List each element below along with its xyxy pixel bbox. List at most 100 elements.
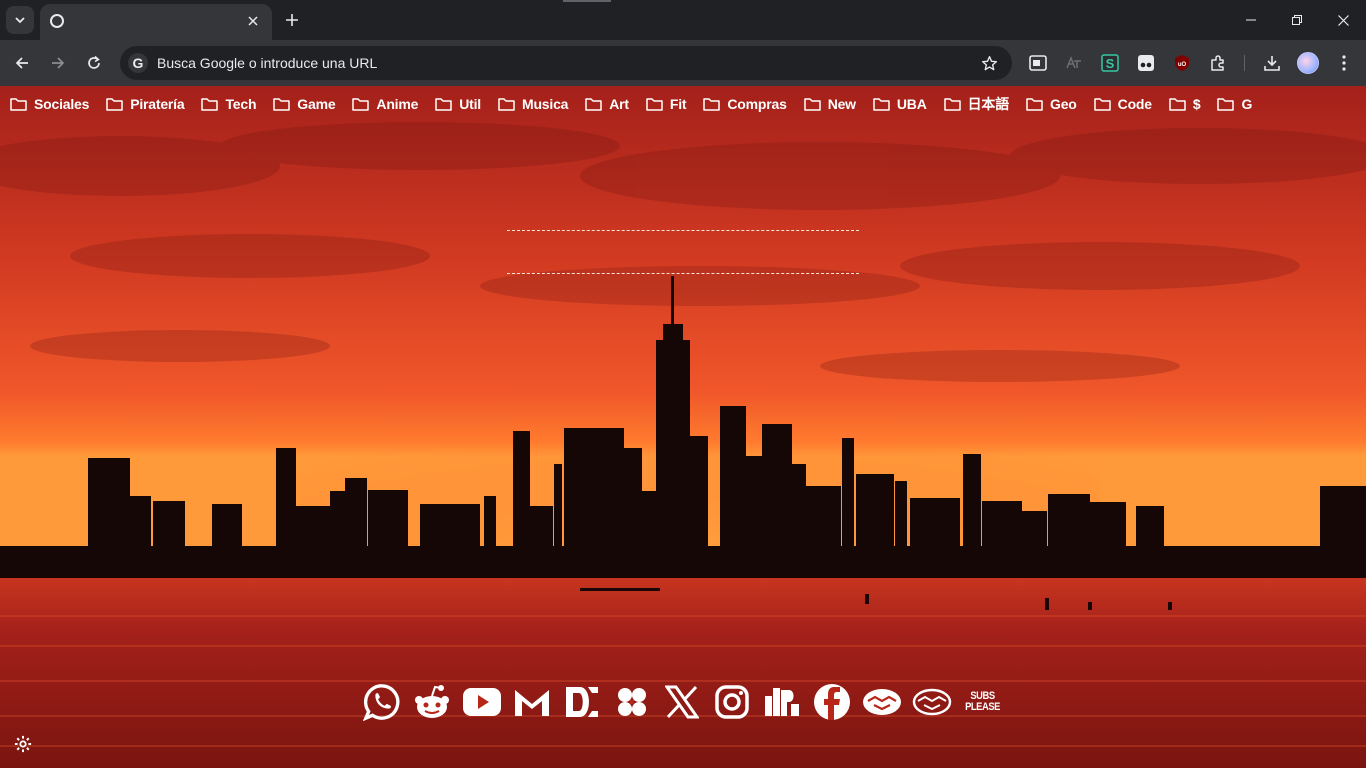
extension-translate-button[interactable] — [1063, 52, 1085, 74]
reddit-link[interactable] — [412, 682, 452, 722]
social-links-row: SUBS PLEASE — [362, 682, 1012, 722]
bookmark-folder[interactable]: Fit — [646, 92, 687, 116]
toolbar-divider — [1244, 55, 1245, 71]
extension-glasses-button[interactable] — [1135, 52, 1157, 74]
minimize-button[interactable] — [1228, 0, 1274, 40]
bookmark-folder-label: 日本語 — [967, 96, 1010, 112]
jps-icon — [765, 688, 799, 716]
folder-icon — [1026, 98, 1043, 111]
folder-icon — [273, 98, 291, 111]
bookmark-folder-label: Anime — [376, 96, 419, 112]
instagram-link[interactable] — [712, 682, 752, 722]
reload-icon — [88, 55, 100, 69]
google-icon: G — [128, 53, 148, 73]
subsplease-line2: PLEASE — [964, 701, 1000, 713]
bookmark-folder[interactable]: Musica — [498, 92, 568, 116]
bookmark-folder[interactable]: New — [803, 92, 856, 116]
arrow-left-icon — [15, 57, 28, 69]
bookmark-folder-label: Fit — [669, 96, 687, 112]
folder-icon — [106, 98, 123, 111]
back-button[interactable] — [8, 49, 36, 77]
close-icon — [1337, 14, 1349, 26]
active-tab[interactable] — [40, 4, 272, 40]
glasses-icon — [1138, 55, 1154, 71]
forward-button[interactable] — [44, 49, 72, 77]
plus-icon — [286, 14, 298, 26]
folder-icon — [1169, 98, 1186, 111]
extension-ublock-button[interactable]: uO — [1171, 52, 1193, 74]
bookmark-folder[interactable]: Sociales — [10, 92, 89, 116]
kebab-menu-icon — [1342, 55, 1346, 71]
restore-icon — [1292, 15, 1302, 25]
bookmark-folder[interactable]: Geo — [1026, 92, 1077, 116]
folder-icon — [703, 98, 721, 111]
x-link[interactable] — [662, 682, 702, 722]
folder-icon — [498, 98, 515, 111]
bookmark-star-button[interactable] — [980, 54, 998, 72]
folder-icon — [646, 98, 663, 111]
bookmark-folder[interactable]: Art — [585, 92, 629, 116]
bookmark-folder[interactable]: 日本語 — [943, 92, 1010, 116]
bookmark-folder[interactable]: Compras — [703, 92, 787, 116]
reload-button[interactable] — [80, 49, 108, 77]
subsplease-link[interactable]: SUBS PLEASE — [962, 682, 1002, 722]
bookmark-folder[interactable]: Piratería — [106, 92, 185, 116]
mercadolibre-link[interactable] — [862, 682, 902, 722]
extensions-menu-button[interactable] — [1207, 52, 1229, 74]
bookmark-folder[interactable]: Anime — [352, 92, 418, 116]
mercadolibre-icon — [863, 689, 901, 715]
youtube-link[interactable] — [462, 682, 502, 722]
drag-indicator — [563, 0, 611, 2]
bookmark-folder-label: Musica — [521, 96, 569, 112]
close-window-button[interactable] — [1320, 0, 1366, 40]
profile-avatar[interactable] — [1297, 52, 1319, 74]
subsplease-icon: SUBS PLEASE — [965, 691, 1000, 713]
whatsapp-link[interactable] — [362, 682, 402, 722]
extension-tabs-button[interactable] — [1027, 52, 1049, 74]
instagram-icon — [715, 685, 749, 719]
new-tab-button[interactable] — [282, 10, 302, 30]
jps-link[interactable] — [762, 682, 802, 722]
toolbar: G Busca Google o introduce una URL S uO — [0, 40, 1366, 86]
downloads-button[interactable] — [1261, 52, 1283, 74]
bookmark-folder[interactable]: UBA — [873, 92, 927, 116]
bookmark-folder[interactable]: Code — [1093, 92, 1152, 116]
clover-link[interactable] — [612, 682, 652, 722]
bookmark-folder[interactable]: G — [1217, 92, 1252, 116]
restore-button[interactable] — [1274, 0, 1320, 40]
facebook-link[interactable] — [812, 682, 852, 722]
gear-icon — [14, 735, 32, 753]
svg-text:uO: uO — [1178, 62, 1187, 68]
customize-settings-button[interactable] — [13, 734, 33, 754]
bookmark-folder-label: Sociales — [34, 96, 90, 112]
bookmark-folder[interactable]: $ — [1169, 92, 1201, 116]
s-badge-icon: S — [1101, 54, 1119, 72]
deviantart-like-icon — [566, 687, 598, 717]
folder-icon — [873, 98, 890, 111]
chevron-down-icon — [15, 17, 25, 24]
folder-icon — [803, 98, 821, 111]
bookmark-folder[interactable]: Util — [435, 92, 481, 116]
omnibox[interactable]: G Busca Google o introduce una URL — [120, 46, 1012, 80]
extension-s-button[interactable]: S — [1099, 52, 1121, 74]
omnibox-input[interactable]: Busca Google o introduce una URL — [157, 55, 377, 71]
whatsapp-icon — [363, 684, 400, 721]
mercadolibre-outline-link[interactable] — [912, 682, 952, 722]
bookmark-folder-label: New — [827, 96, 856, 112]
bookmark-folder[interactable]: Game — [273, 92, 336, 116]
tab-close-button[interactable] — [244, 12, 262, 30]
bookmark-folder-label: Game — [297, 96, 336, 112]
bookmark-folder[interactable]: Tech — [201, 92, 256, 116]
search-box-bottom-border[interactable] — [507, 273, 859, 274]
bookmark-folder-label: Code — [1117, 96, 1152, 112]
deviant-link[interactable] — [562, 682, 602, 722]
minimize-icon — [1246, 19, 1256, 21]
download-icon — [1264, 56, 1280, 71]
search-box-top-border — [507, 230, 859, 231]
mercadolibre-outline-icon — [912, 688, 952, 716]
bookmark-folder-label: $ — [1192, 96, 1201, 112]
browser-menu-button[interactable] — [1333, 52, 1355, 74]
gmail-link[interactable] — [512, 682, 552, 722]
tab-search-button[interactable] — [6, 6, 34, 34]
folder-icon — [435, 98, 452, 111]
